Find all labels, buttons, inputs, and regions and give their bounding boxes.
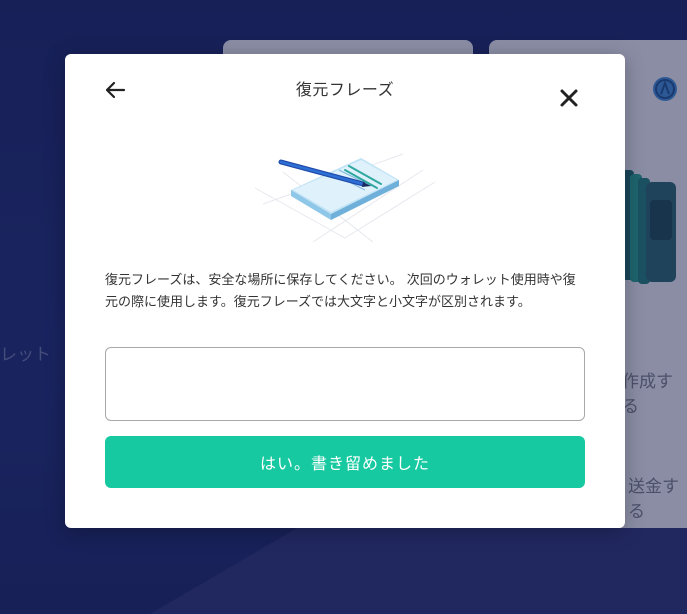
notepad-pen-illustration: [254, 153, 436, 243]
modal-title: 復元フレーズ: [295, 80, 395, 99]
recovery-phrase-description: 復元フレーズは、安全な場所に保存してください。 次回のウォレット使用時や復元の際…: [105, 273, 576, 310]
recovery-phrase-input[interactable]: [105, 347, 585, 421]
confirm-written-button[interactable]: はい。書き留めました: [105, 436, 585, 488]
recovery-phrase-modal: 復元フレーズ 復元フレーズは、安全な場所に保存してください。 次回のウォレット使…: [65, 54, 625, 528]
close-icon[interactable]: [557, 86, 581, 110]
